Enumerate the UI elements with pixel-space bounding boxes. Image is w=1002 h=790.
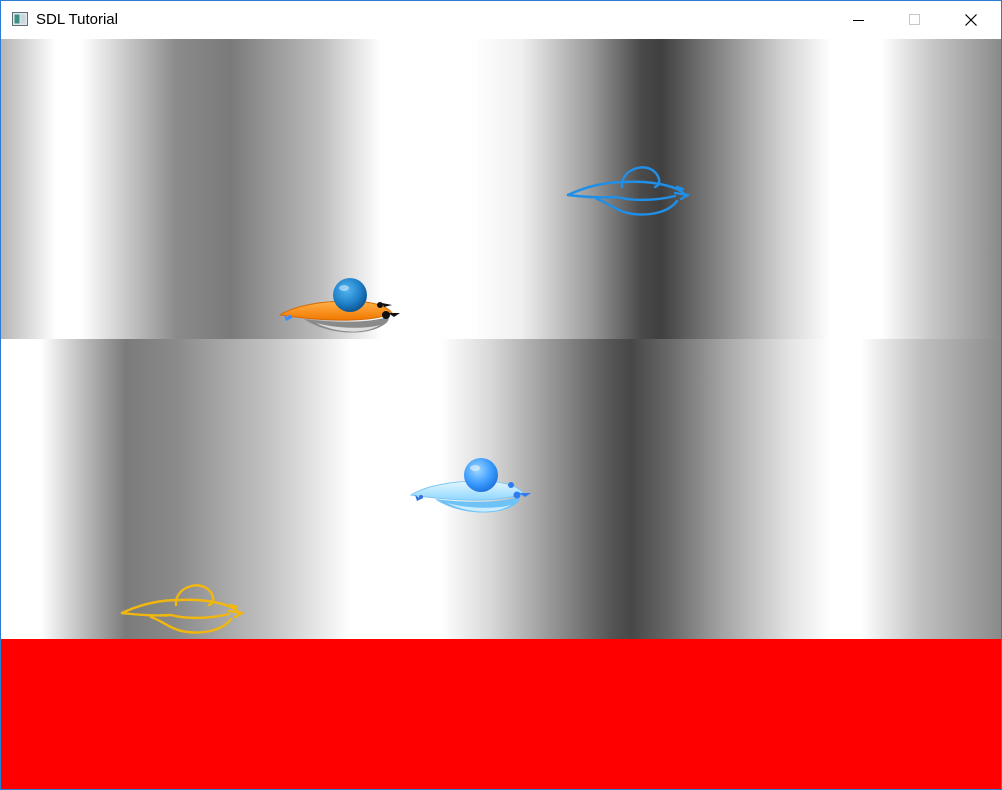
orange-ufo-sprite [278,278,400,333]
close-button[interactable] [948,1,994,39]
close-icon [965,14,977,26]
title-bar[interactable]: SDL Tutorial [1,1,1001,39]
maximize-icon [909,14,920,25]
minimize-button[interactable] [836,1,882,39]
top-gradient-viewport [1,39,1001,339]
minimize-icon [853,20,864,21]
app-icon [12,12,28,26]
blue-outline-ufo-sprite [566,166,690,216]
render-area [1,39,1001,789]
bottom-red-viewport [1,639,1001,789]
sdl-window: SDL Tutorial [0,0,1002,790]
maximize-button[interactable] [892,1,938,39]
window-title: SDL Tutorial [36,11,118,28]
yellow-outline-ufo-sprite [120,584,244,634]
light-blue-ufo-sprite [409,458,531,513]
